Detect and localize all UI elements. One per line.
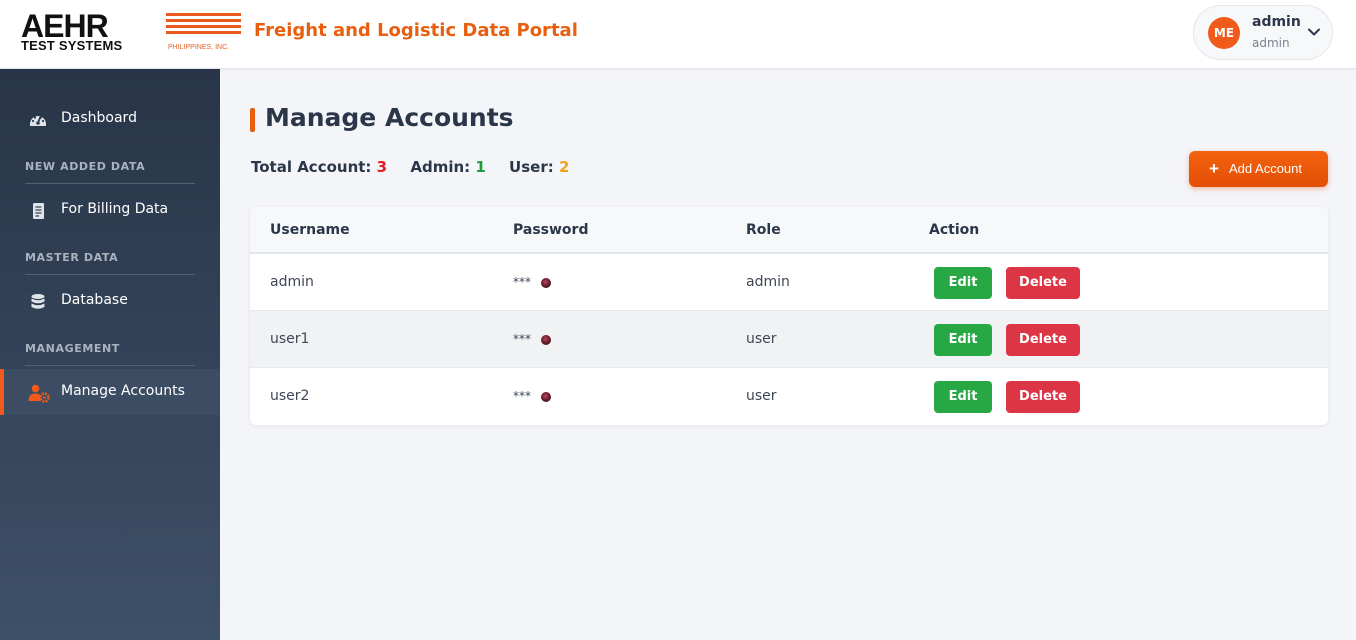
table-row: user1 *** user Edit Delete [250, 311, 1328, 368]
cell-role: user [746, 331, 777, 347]
cell-username: admin [270, 274, 314, 290]
company-logo[interactable]: AEHR TEST SYSTEMS PHILIPPINES, INC. [21, 8, 242, 54]
logo-region-text: PHILIPPINES, INC. [168, 44, 230, 51]
plus-icon: + [1209, 159, 1219, 178]
user-gear-icon [28, 384, 50, 403]
add-account-label: Add Account [1229, 161, 1302, 176]
app-title: Freight and Logistic Data Portal [254, 20, 578, 41]
edit-button[interactable]: Edit [934, 324, 992, 356]
sidebar-item-database[interactable]: Database [0, 278, 220, 324]
page-title: Manage Accounts [265, 103, 514, 132]
cell-role: user [746, 388, 777, 404]
admin-count-label: Admin: [410, 158, 471, 176]
column-header-action: Action [929, 222, 980, 238]
user-count-label: User: [509, 158, 554, 176]
cell-password: *** [513, 275, 531, 289]
cell-password: *** [513, 389, 531, 403]
section-label-master-data: MASTER DATA [25, 251, 119, 264]
delete-button[interactable]: Delete [1006, 381, 1080, 413]
chevron-down-icon [1308, 28, 1320, 36]
divider [25, 274, 195, 275]
cell-password: *** [513, 332, 531, 346]
total-account-count: 3 [376, 158, 388, 176]
cell-role: admin [746, 274, 790, 290]
top-header: AEHR TEST SYSTEMS PHILIPPINES, INC. Frei… [0, 0, 1356, 69]
sidebar-item-dashboard[interactable]: Dashboard [0, 96, 220, 142]
admin-count: 1 [475, 158, 486, 176]
database-icon [31, 294, 45, 309]
eye-icon[interactable] [541, 278, 551, 288]
sidebar-item-label: Dashboard [61, 110, 137, 126]
edit-button[interactable]: Edit [934, 381, 992, 413]
sidebar-item-for-billing-data[interactable]: For Billing Data [0, 187, 220, 233]
document-icon [33, 203, 44, 219]
delete-button[interactable]: Delete [1006, 267, 1080, 299]
table-row: user2 *** user Edit Delete [250, 368, 1328, 425]
logo-stripes [166, 13, 241, 38]
logo-sub-text: TEST SYSTEMS [21, 38, 123, 53]
sidebar: Dashboard NEW ADDED DATA For Billing Dat… [0, 69, 220, 640]
user-name: admin [1252, 14, 1301, 30]
column-header-username: Username [270, 222, 350, 238]
add-account-button[interactable]: + Add Account [1189, 151, 1328, 187]
eye-icon[interactable] [541, 335, 551, 345]
divider [25, 365, 195, 366]
table-header: Username Password Role Action [250, 207, 1328, 254]
sidebar-item-label: Database [61, 292, 128, 308]
edit-button[interactable]: Edit [934, 267, 992, 299]
cell-username: user2 [270, 388, 310, 404]
sidebar-item-manage-accounts[interactable]: Manage Accounts [0, 369, 220, 415]
divider [25, 183, 195, 184]
sidebar-item-label: For Billing Data [61, 201, 169, 217]
title-accent-bar [250, 108, 255, 132]
section-label-new-added-data: NEW ADDED DATA [25, 160, 146, 173]
delete-button[interactable]: Delete [1006, 324, 1080, 356]
sidebar-item-label: Manage Accounts [61, 383, 185, 399]
account-stats: Total Account: 3 Admin: 1 User: 2 [251, 158, 569, 176]
column-header-role: Role [746, 222, 781, 238]
user-count: 2 [558, 158, 570, 176]
cell-username: user1 [270, 331, 310, 347]
gauge-icon [30, 115, 46, 126]
user-role: admin [1252, 36, 1290, 50]
accounts-table: Username Password Role Action admin *** … [250, 207, 1328, 425]
column-header-password: Password [513, 222, 589, 238]
avatar: ME [1208, 17, 1240, 49]
eye-icon[interactable] [541, 392, 551, 402]
total-account-label: Total Account: [251, 158, 372, 176]
section-label-management: MANAGEMENT [25, 342, 120, 355]
table-row: admin *** admin Edit Delete [250, 254, 1328, 311]
user-menu-button[interactable]: ME admin admin [1193, 5, 1333, 60]
